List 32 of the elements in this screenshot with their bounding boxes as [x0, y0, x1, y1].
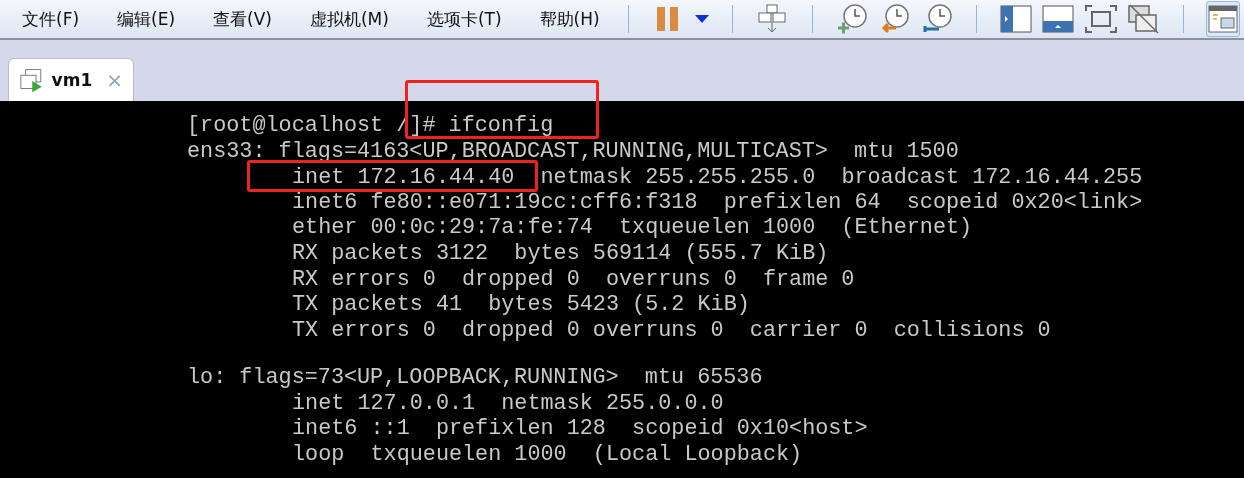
terminal-line: ens33: flags=4163<UP,BROADCAST,RUNNING,MULTICAST> mtu 1500 — [187, 140, 959, 163]
window-layout-icon — [1207, 5, 1238, 33]
pause-icon — [655, 6, 680, 32]
windows-crossed-icon — [1127, 4, 1160, 34]
terminal-line: loop txqueuelen 1000 (Local Loopback) — [292, 443, 803, 466]
caret-icon — [694, 15, 709, 23]
terminal-line: ether 00:0c:29:7a:fe:74 txqueuelen 1000 (Ethernet) — [292, 217, 973, 240]
bottom-bar-view-icon — [1042, 5, 1075, 33]
toolbar-button[interactable] — [1205, 1, 1240, 37]
terminal-text: inet 172.16.44.40 — [292, 167, 515, 187]
terminal-line: TX packets 41 bytes 5423 (5.2 KiB) — [292, 294, 750, 316]
vm-icon — [19, 67, 44, 93]
network-icon — [757, 3, 788, 35]
menu-item[interactable]: 编辑(E) — [107, 7, 186, 31]
fullscreen-icon — [1084, 5, 1117, 33]
tab[interactable]: vm1 × — [8, 58, 134, 101]
terminal-line: RX errors 0 dropped 0 overruns 0 frame 0 — [292, 268, 855, 291]
menu-item[interactable]: 文件(F) — [12, 7, 90, 31]
menu-item[interactable]: 选项卡(T) — [416, 7, 512, 31]
menu-item[interactable]: 虚拟机(M) — [299, 7, 399, 31]
terminal-line: inet6 fe80::e071:19cc:cff6:f318 prefixlen 64 scopeid 0x20<link> — [292, 191, 1143, 214]
terminal-text: netmask 255.255.255.0 broadcast 172.16.44.255 — [540, 167, 1143, 187]
terminal-line: TX errors 0 dropped 0 overruns 0 carrier 0 collisions 0 — [292, 319, 1051, 342]
menu-item[interactable]: 帮助(H) — [529, 7, 610, 31]
terminal-line: lo: flags=73<UP,LOOPBACK,RUNNING> mtu 65536 — [187, 367, 763, 389]
tab-label: vm1 — [51, 70, 93, 90]
clock-plus-icon — [835, 3, 868, 35]
terminal-line: RX packets 3122 bytes 569114 (555.7 KiB) — [292, 242, 829, 265]
sidebar-view-icon — [1000, 5, 1032, 33]
menu-item[interactable]: 查看(V) — [203, 7, 282, 31]
terminal-line: inet 127.0.0.1 netmask 255.0.0.0 — [292, 392, 724, 415]
terminal-line: inet6 ::1 prefixlen 128 scopeid 0x10<host> — [292, 418, 868, 441]
